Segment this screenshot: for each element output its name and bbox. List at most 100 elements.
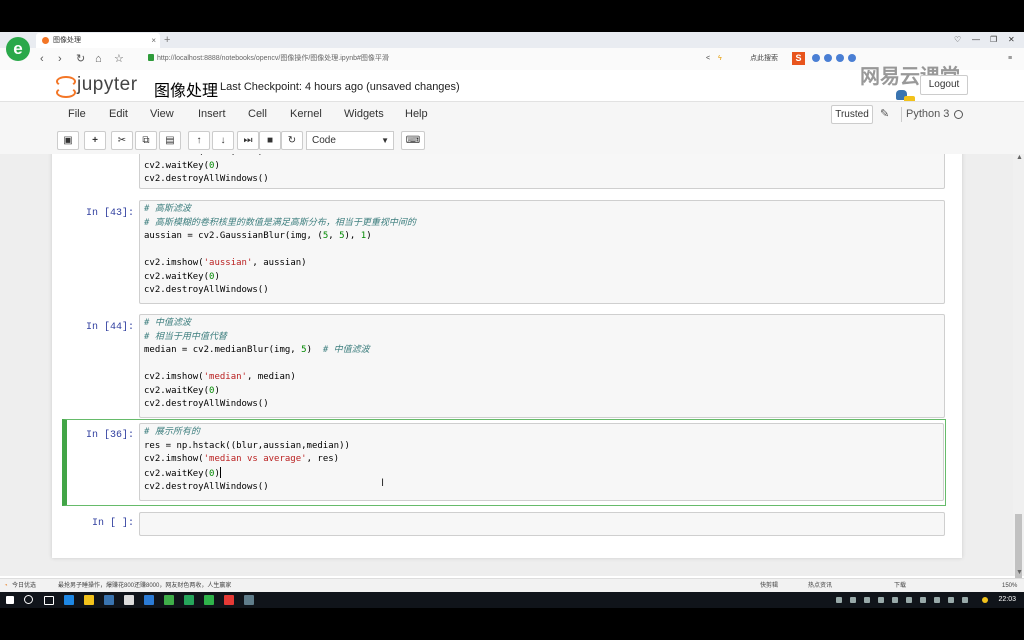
back-icon[interactable]: ‹	[40, 50, 44, 68]
minimize-button[interactable]: —	[972, 32, 980, 48]
task-view-icon[interactable]	[44, 596, 54, 605]
maximize-button[interactable]: ❐	[990, 32, 997, 48]
logout-button[interactable]: Logout	[920, 75, 968, 95]
edge-icon[interactable]	[64, 595, 74, 605]
tray-icon[interactable]	[892, 597, 898, 603]
app-icon[interactable]	[144, 595, 154, 605]
status-item-news[interactable]: 热点资讯	[808, 579, 832, 593]
url-field[interactable]: http://localhost:8888/notebooks/opencv/图…	[148, 51, 738, 66]
ime-icon[interactable]	[948, 597, 954, 603]
cell-input[interactable]: cv2.imshow('box', box) cv2.waitKey(0) cv…	[139, 154, 945, 189]
tray-icon[interactable]	[962, 597, 968, 603]
app-icon[interactable]	[224, 595, 234, 605]
copy-icon[interactable]: ⧉	[135, 131, 157, 150]
cell-input[interactable]	[139, 512, 945, 536]
keyboard-icon[interactable]: ⌨	[401, 131, 425, 150]
home-icon[interactable]: ⌂	[95, 50, 102, 68]
store-icon[interactable]	[104, 595, 114, 605]
cell-type-select[interactable]: Code ▼	[306, 131, 394, 150]
arrow-down-icon[interactable]: ↓	[212, 131, 234, 150]
code-line: # 相当于用中值代替	[144, 331, 227, 342]
run-icon[interactable]: ⏭	[237, 131, 259, 150]
code-cell[interactable]: cv2.imshow('box', box) cv2.waitKey(0) cv…	[62, 154, 946, 189]
ime-tool-icon[interactable]	[824, 54, 832, 62]
jupyter-brand[interactable]: jupyter	[77, 74, 138, 96]
menu-widgets[interactable]: Widgets	[344, 108, 384, 120]
app-icon[interactable]	[184, 595, 194, 605]
menu-insert[interactable]: Insert	[198, 108, 226, 120]
menu-icon[interactable]: ≡	[1008, 51, 1012, 66]
jupyter-header: jupyter 图像处理 Last Checkpoint: 4 hours ag…	[0, 66, 1024, 106]
restart-icon[interactable]: ↻	[281, 131, 303, 150]
tray-icon[interactable]	[878, 597, 884, 603]
selected-code-cell[interactable]: In [36]: # 展示所有的 res = np.hstack((blur,a…	[62, 419, 946, 506]
new-tab-button[interactable]: +	[164, 32, 170, 48]
explorer-icon[interactable]	[84, 595, 94, 605]
menu-view[interactable]: View	[150, 108, 174, 120]
code-cell[interactable]: In [ ]:	[62, 512, 946, 537]
reload-icon[interactable]: ↻	[76, 50, 85, 68]
menu-cell[interactable]: Cell	[248, 108, 267, 120]
menu-kernel[interactable]: Kernel	[290, 108, 322, 120]
search-link[interactable]: 点此搜索	[750, 51, 778, 66]
cell-type-value: Code	[312, 135, 336, 146]
jupyter-logo-icon[interactable]	[56, 76, 76, 98]
tray-icon[interactable]	[906, 597, 912, 603]
app-icon[interactable]	[204, 595, 214, 605]
ime-tool-icon[interactable]	[848, 54, 856, 62]
close-window-button[interactable]: ✕	[1008, 32, 1015, 48]
code-cell[interactable]: In [43]: # 高斯滤波 # 高斯模糊的卷积核里的数值是满足高斯分布，相当…	[62, 200, 946, 304]
cut-icon[interactable]: ✂	[111, 131, 133, 150]
os-taskbar: 22:03	[0, 592, 1024, 608]
app-icon[interactable]	[244, 595, 254, 605]
menu-edit[interactable]: Edit	[109, 108, 128, 120]
scroll-up-icon[interactable]: ▲	[1016, 154, 1023, 161]
sogou-ime-icon[interactable]: S	[792, 52, 805, 65]
status-item-kuaijianji[interactable]: 快剪辑	[760, 579, 778, 593]
ime-tool-icon[interactable]	[812, 54, 820, 62]
start-icon[interactable]	[6, 596, 14, 604]
tab-close-icon[interactable]: ×	[151, 33, 156, 48]
tray-icon[interactable]	[850, 597, 856, 603]
cell-input[interactable]: # 高斯滤波 # 高斯模糊的卷积核里的数值是满足高斯分布，相当于更重视中间的 a…	[139, 200, 945, 304]
vertical-scrollbar[interactable]: ▲ ▼	[1013, 154, 1024, 586]
bookmark-star-icon[interactable]: ☆	[114, 50, 124, 68]
code-line: cv2.destroyAllWindows()	[144, 285, 269, 295]
paste-icon[interactable]: ▤	[159, 131, 181, 150]
forward-icon[interactable]: ›	[58, 50, 62, 68]
stop-icon[interactable]: ■	[259, 131, 281, 150]
search-icon[interactable]	[24, 595, 33, 604]
tray-icon[interactable]	[836, 597, 842, 603]
mail-icon[interactable]	[124, 595, 134, 605]
zoom-level[interactable]: 150%	[1002, 579, 1017, 593]
code-cell[interactable]: In [44]: # 中值滤波 # 相当于用中值代替 median = cv2.…	[62, 314, 946, 418]
checkpoint-status: Last Checkpoint: 4 hours ago (unsaved ch…	[220, 81, 460, 93]
status-download[interactable]: 下载	[894, 579, 906, 593]
clock[interactable]: 22:03	[998, 592, 1016, 608]
menu-file[interactable]: File	[68, 108, 86, 120]
save-icon[interactable]: ▣	[57, 131, 79, 150]
browser-logo-icon[interactable]: e	[6, 37, 30, 61]
favorite-icon[interactable]: ♡	[954, 32, 961, 48]
tray-icon[interactable]	[864, 597, 870, 603]
notebook-title[interactable]: 图像处理	[154, 77, 218, 101]
browser-tab[interactable]: 图像处理 ×	[36, 33, 160, 48]
today-pick-link[interactable]: 今日优选	[12, 579, 36, 593]
notebook-area: cv2.imshow('box', box) cv2.waitKey(0) cv…	[0, 154, 1013, 576]
lightning-icon[interactable]: ϟ	[718, 51, 722, 66]
menu-help[interactable]: Help	[405, 108, 428, 120]
news-ticker[interactable]: 最抢男子睡操作，爆赚花800还赚8000，网友财色两收，人生赢家	[58, 579, 231, 593]
edit-pencil-icon[interactable]: ✎	[880, 107, 889, 120]
plus-icon[interactable]: +	[84, 131, 106, 150]
cell-input[interactable]: # 中值滤波 # 相当于用中值代替 median = cv2.medianBlu…	[139, 314, 945, 418]
arrow-up-icon[interactable]: ↑	[188, 131, 210, 150]
tray-icon[interactable]	[920, 597, 926, 603]
cell-input[interactable]: # 展示所有的 res = np.hstack((blur,aussian,me…	[139, 423, 944, 501]
browser-taskbar-icon[interactable]	[164, 595, 174, 605]
ime-tool-icon[interactable]	[836, 54, 844, 62]
scroll-down-icon[interactable]: ▼	[1016, 569, 1023, 576]
trusted-indicator[interactable]: Trusted	[831, 105, 873, 124]
notification-icon[interactable]	[982, 597, 988, 603]
volume-icon[interactable]	[934, 597, 940, 603]
share-icon[interactable]: <	[706, 51, 710, 66]
